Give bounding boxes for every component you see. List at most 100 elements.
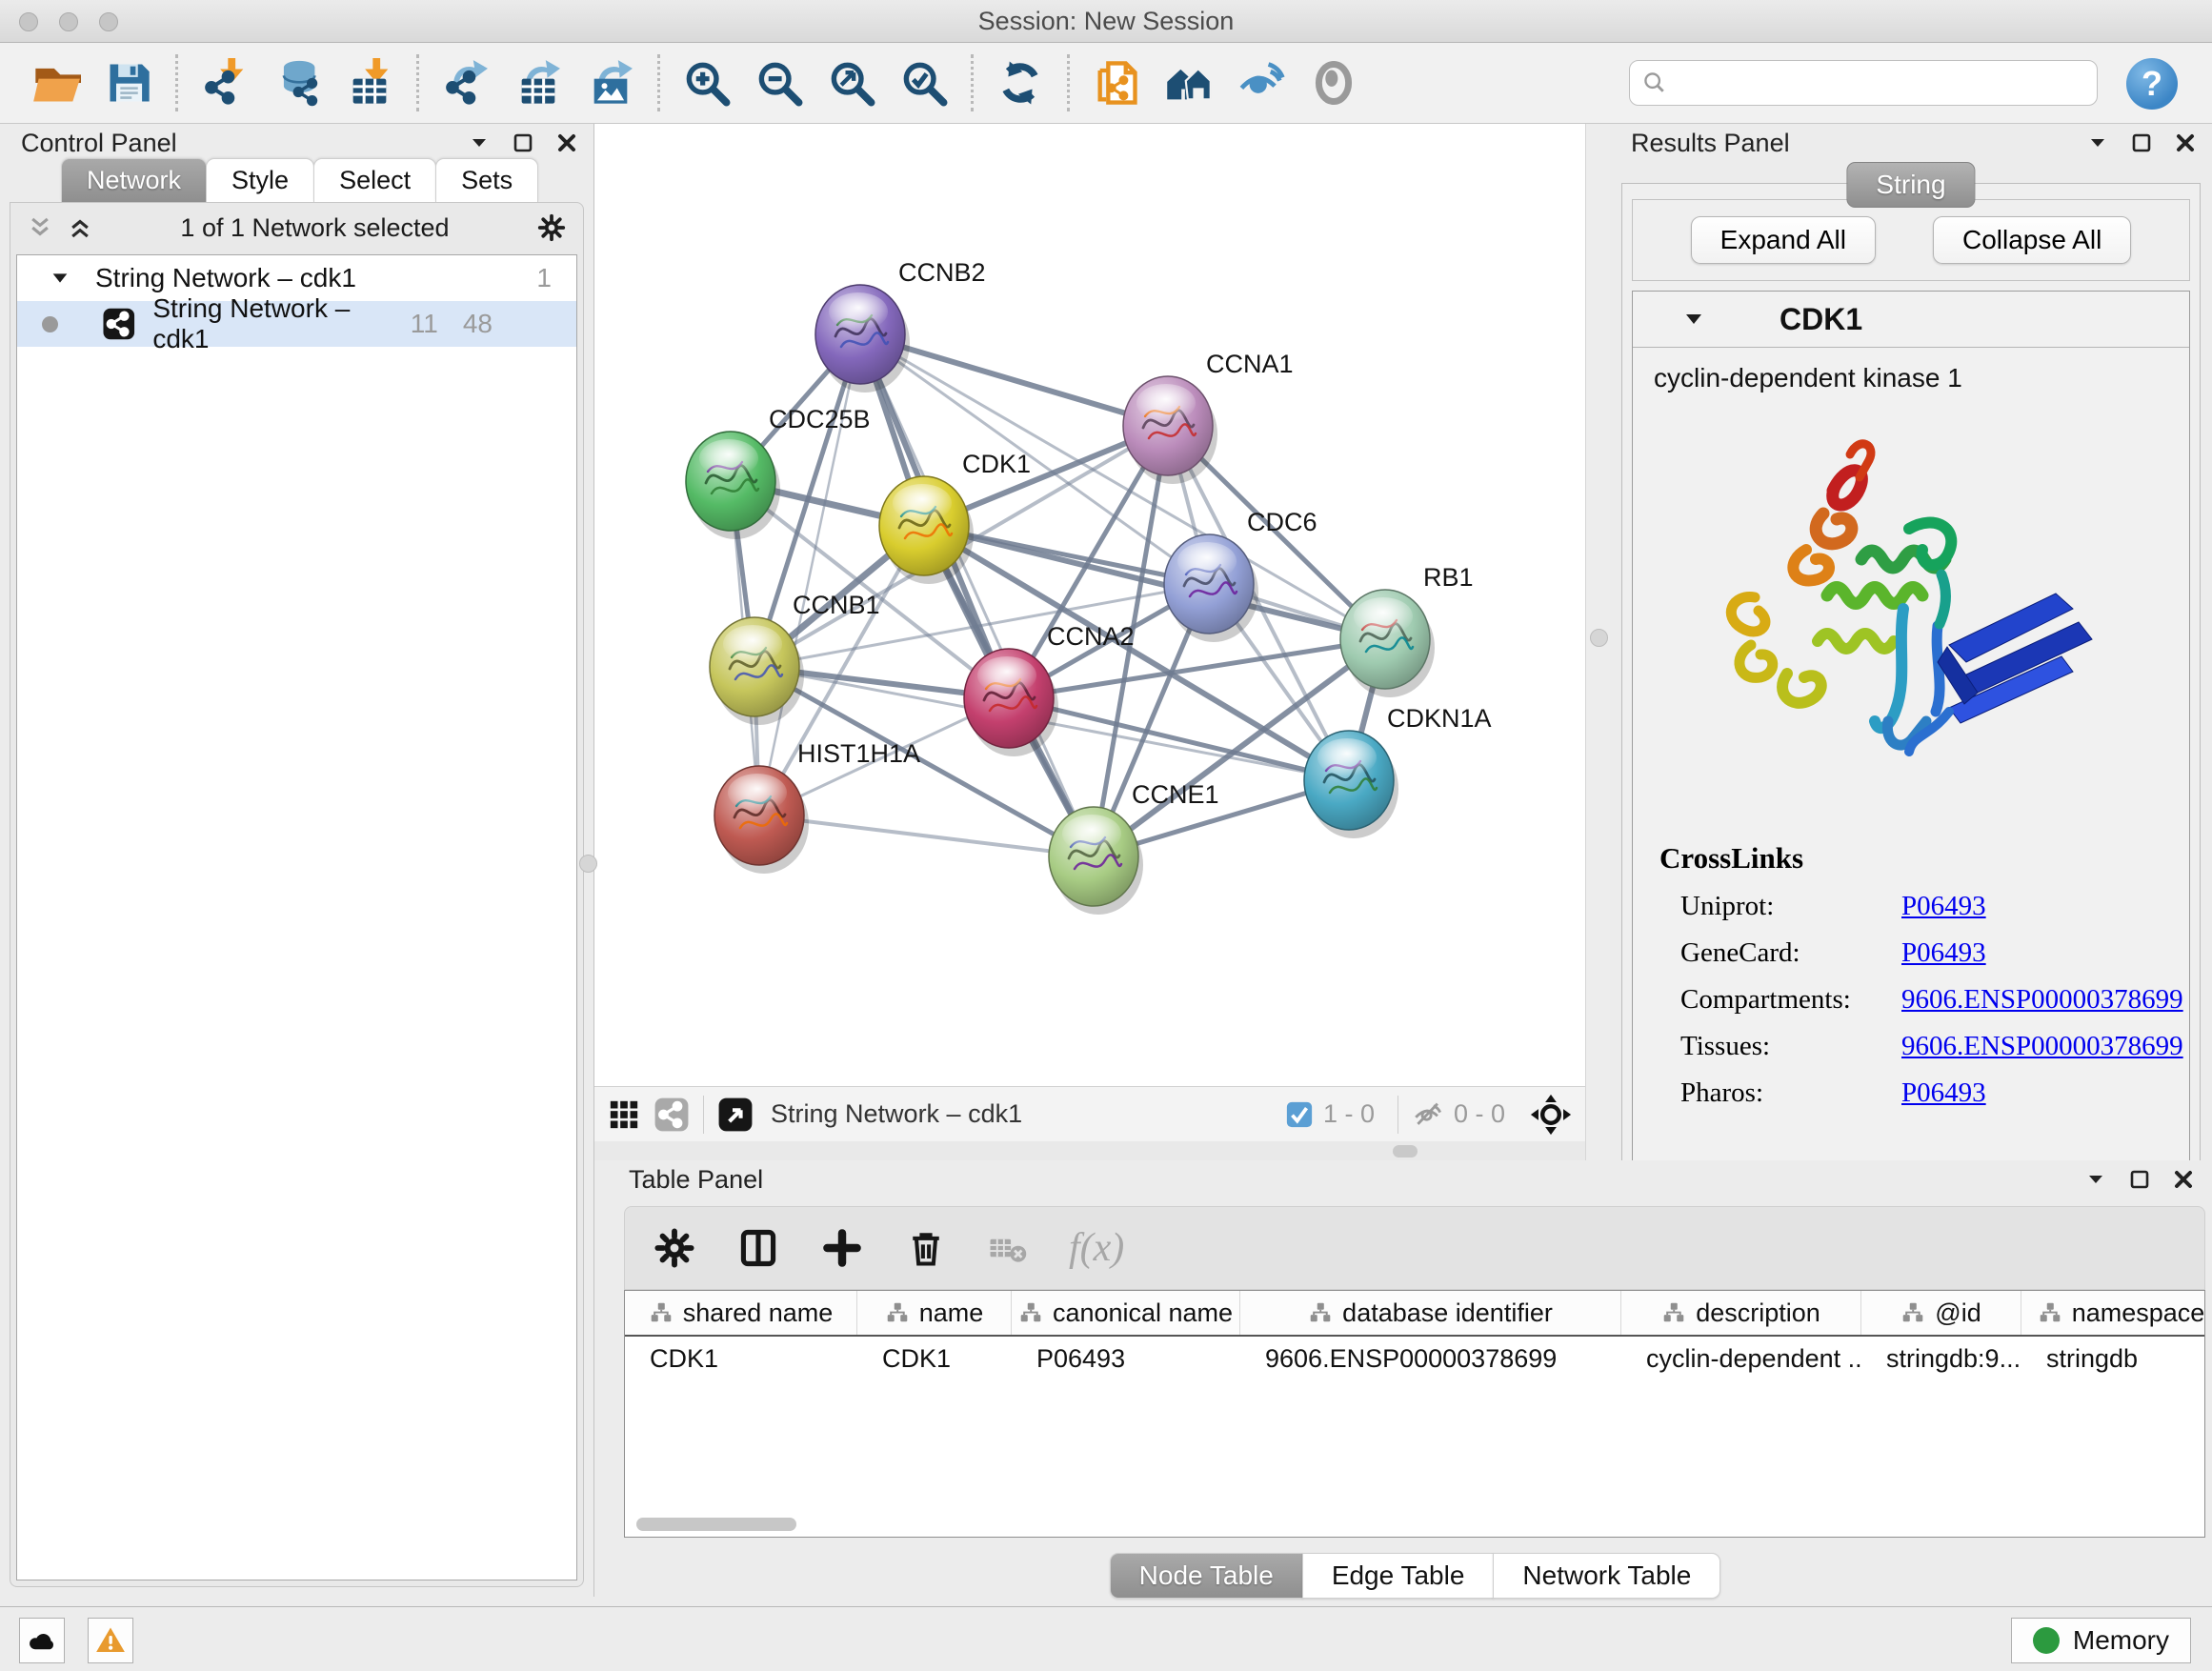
help-button[interactable]: ? <box>2126 58 2178 110</box>
column-header-shared-name[interactable]: shared name <box>625 1291 857 1335</box>
network-node-CDK1[interactable]: CDK1 <box>879 450 1031 584</box>
network-node-CCNA1[interactable]: CCNA1 <box>1123 350 1294 484</box>
close-panel-icon[interactable] <box>2172 1168 2195 1191</box>
search-input[interactable] <box>1676 63 2097 103</box>
export-network-button[interactable] <box>434 51 497 114</box>
import-table-button[interactable] <box>338 51 401 114</box>
table-hscrollbar[interactable] <box>636 1518 796 1531</box>
column-header-description[interactable]: description <box>1621 1291 1861 1335</box>
crosslink-link[interactable]: P06493 <box>1901 937 1986 969</box>
network-edge[interactable] <box>860 334 1094 856</box>
close-panel-icon[interactable] <box>2174 131 2197 154</box>
splitter-handle[interactable] <box>1590 629 1608 647</box>
tab-style[interactable]: Style <box>206 158 314 202</box>
open-view-icon[interactable] <box>717 1097 754 1133</box>
panel-menu-icon[interactable] <box>2084 1168 2107 1191</box>
tab-network-table[interactable]: Network Table <box>1493 1553 1720 1599</box>
birds-eye-view-icon[interactable] <box>654 1097 690 1133</box>
memory-button[interactable]: Memory <box>2011 1618 2191 1663</box>
export-image-button[interactable] <box>579 51 642 114</box>
canvas-results-splitter[interactable] <box>1585 124 1611 1160</box>
tab-edge-table[interactable]: Edge Table <box>1302 1553 1495 1599</box>
string-home-button[interactable] <box>1157 51 1220 114</box>
network-node-HIST1H1A[interactable]: HIST1H1A <box>714 739 920 874</box>
network-node-RB1[interactable]: RB1 <box>1340 563 1474 697</box>
fit-selected-crosshair-icon[interactable] <box>1530 1094 1572 1136</box>
crosslink-link[interactable]: 9606.ENSP00000378699 <box>1901 1031 2183 1062</box>
delete-column-icon[interactable] <box>905 1227 947 1269</box>
tab-network[interactable]: Network <box>61 158 207 202</box>
open-session-button[interactable] <box>25 51 88 114</box>
tab-select[interactable]: Select <box>313 158 436 202</box>
table-cell: cyclin-dependent ... <box>1621 1337 1861 1380</box>
zoom-in-button[interactable] <box>675 51 738 114</box>
network-node-CCNB2[interactable]: CCNB2 <box>815 258 986 393</box>
network-node-CDC6[interactable]: CDC6 <box>1164 508 1317 642</box>
crosslink-link[interactable]: 9606.ENSP00000378699 <box>1901 984 2183 1016</box>
collection-expander-icon[interactable] <box>50 268 70 289</box>
collapse-all-button[interactable]: Collapse All <box>1933 216 2131 264</box>
grid-view-icon[interactable] <box>608 1098 640 1131</box>
hide-unhide-button[interactable] <box>1230 51 1293 114</box>
column-header--id[interactable]: @id <box>1861 1291 2021 1335</box>
entry-expander-icon[interactable] <box>1682 308 1705 331</box>
expand-all-button[interactable]: Expand All <box>1691 216 1876 264</box>
collapse-all-icon[interactable] <box>28 215 52 240</box>
export-table-button[interactable] <box>507 51 570 114</box>
selected-checkbox-icon[interactable] <box>1285 1100 1314 1129</box>
node-table: shared name name canonical name database… <box>624 1290 2205 1538</box>
column-header-name[interactable]: name <box>857 1291 1012 1335</box>
crosslink-link[interactable]: P06493 <box>1901 891 1986 922</box>
table-row[interactable]: CDK1CDK1P064939606.ENSP00000378699cyclin… <box>625 1337 2204 1380</box>
column-header-namespace[interactable]: namespace <box>2021 1291 2205 1335</box>
float-panel-icon[interactable] <box>512 131 534 154</box>
column-header-database-identifier[interactable]: database identifier <box>1240 1291 1621 1335</box>
network-view-canvas[interactable]: CCNB2 CCNA1 CDC25B CDK1 <box>594 124 1585 1086</box>
import-network-button[interactable] <box>193 51 256 114</box>
network-manager: 1 of 1 Network selected String Network –… <box>10 202 584 1587</box>
crosslink-row: Tissues:9606.ENSP00000378699 <box>1659 1031 2189 1062</box>
network-row[interactable]: String Network – cdk1 11 48 <box>17 301 576 347</box>
show-columns-icon[interactable] <box>737 1227 779 1269</box>
zoom-out-button[interactable] <box>748 51 811 114</box>
node-label: RB1 <box>1423 563 1474 592</box>
expand-all-icon[interactable] <box>68 215 92 240</box>
crosslink-link[interactable]: P06493 <box>1901 1077 1986 1109</box>
column-header-canonical-name[interactable]: canonical name <box>1012 1291 1240 1335</box>
column-type-icon <box>885 1300 910 1325</box>
splitter-handle[interactable] <box>1393 1145 1418 1158</box>
save-session-button[interactable] <box>97 51 160 114</box>
zoom-fit-icon <box>827 58 876 108</box>
network-node-CCNA2[interactable]: CCNA2 <box>964 622 1135 756</box>
close-panel-icon[interactable] <box>555 131 578 154</box>
network-node-CCNB1[interactable]: CCNB1 <box>710 591 880 725</box>
node-details-header[interactable]: CDK1 <box>1633 292 2189 348</box>
cloud-status-button[interactable] <box>19 1618 65 1663</box>
network-node-CCNE1[interactable]: CCNE1 <box>1049 780 1219 915</box>
zoom-selected-button[interactable] <box>893 51 955 114</box>
float-panel-icon[interactable] <box>2130 131 2153 154</box>
function-builder-icon[interactable]: f(x) <box>1069 1225 1124 1271</box>
network-options-gear-icon[interactable] <box>537 213 566 242</box>
zoom-fit-button[interactable] <box>820 51 883 114</box>
tab-node-table[interactable]: Node Table <box>1110 1553 1303 1599</box>
search-box[interactable] <box>1629 60 2098 106</box>
network-from-file-button[interactable] <box>1085 51 1148 114</box>
float-panel-icon[interactable] <box>2128 1168 2151 1191</box>
canvas-table-splitter[interactable] <box>594 1141 1585 1160</box>
tab-string[interactable]: String <box>1846 162 1975 208</box>
network-edge[interactable] <box>759 815 1094 856</box>
panel-menu-icon[interactable] <box>2086 131 2109 154</box>
network-node-CDKN1A[interactable]: CDKN1A <box>1304 704 1492 838</box>
add-column-icon[interactable] <box>821 1227 863 1269</box>
warnings-button[interactable] <box>88 1618 133 1663</box>
tab-sets[interactable]: Sets <box>435 158 538 202</box>
table-settings-gear-icon[interactable] <box>654 1227 695 1269</box>
refresh-network-button[interactable] <box>989 51 1052 114</box>
control-canvas-splitter-handle[interactable] <box>579 855 597 873</box>
delete-table-icon[interactable] <box>989 1229 1027 1267</box>
hidden-eye-icon[interactable] <box>1412 1098 1444 1131</box>
panel-menu-icon[interactable] <box>468 131 491 154</box>
grayscale-view-button[interactable] <box>1302 51 1365 114</box>
import-database-button[interactable] <box>266 51 329 114</box>
